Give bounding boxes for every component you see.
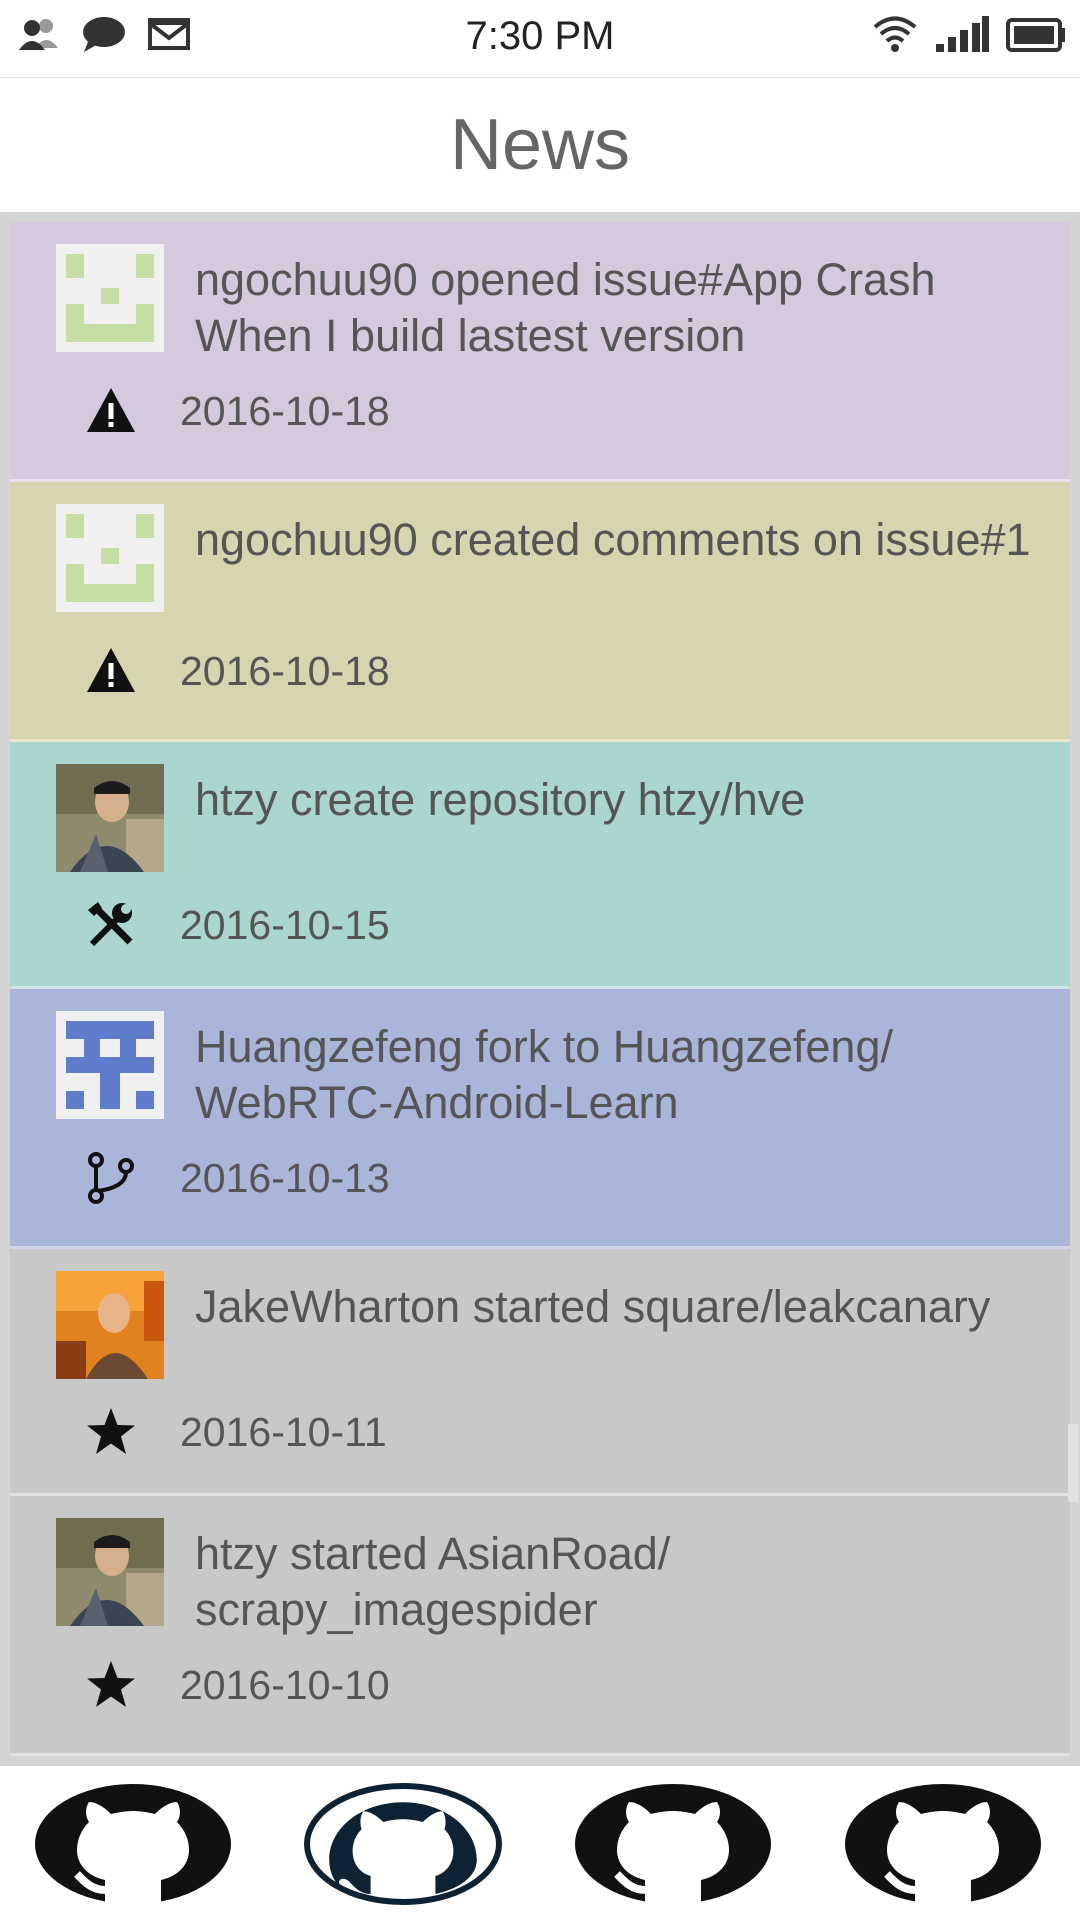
feed-item[interactable]: JakeWharton started square/leakcanary 201…: [10, 1249, 1070, 1496]
github-octocat-icon: [303, 1782, 503, 1906]
event-description: JakeWharton started square/leakcanary: [195, 1281, 991, 1332]
news-feed-list: ngochuu90 opened issue#App Crash When I …: [10, 222, 1070, 1756]
avatar[interactable]: [56, 1011, 164, 1119]
event-date: 2016-10-18: [180, 388, 390, 434]
fork-icon: [84, 1151, 138, 1205]
github-octocat-icon: [33, 1782, 233, 1906]
signal-icon: [934, 14, 990, 59]
github-octocat-icon: [573, 1782, 773, 1906]
event-date: 2016-10-13: [180, 1155, 390, 1201]
status-bar: 7:30 PM: [0, 0, 1080, 78]
warning-icon: [84, 644, 138, 698]
status-right-icons: [872, 14, 1066, 59]
event-description: htzy started AsianRoad/ scrapy_imagespid…: [195, 1528, 671, 1635]
event-date: 2016-10-10: [180, 1662, 390, 1708]
nav-tab-4[interactable]: [843, 1782, 1043, 1906]
event-date: 2016-10-15: [180, 902, 390, 948]
avatar[interactable]: [56, 244, 164, 352]
event-date: 2016-10-18: [180, 648, 390, 694]
event-date: 2016-10-11: [180, 1409, 387, 1455]
github-octocat-icon: [843, 1782, 1043, 1906]
event-description: ngochuu90 created comments on issue#1: [195, 514, 1031, 565]
scrollbar[interactable]: [1068, 1424, 1078, 1502]
event-description: htzy create repository htzy/hve: [195, 774, 806, 825]
event-description: ngochuu90 opened issue#App Crash When I …: [195, 254, 936, 361]
feed-item[interactable]: ngochuu90 created comments on issue#1 201…: [10, 482, 1070, 742]
app-header: News: [0, 78, 1080, 212]
nav-tab-2[interactable]: [303, 1782, 503, 1906]
news-feed[interactable]: ngochuu90 opened issue#App Crash When I …: [0, 212, 1080, 1766]
avatar[interactable]: [56, 1518, 164, 1626]
nav-tab-1[interactable]: [33, 1782, 233, 1906]
avatar[interactable]: [56, 504, 164, 612]
feed-item[interactable]: Huangzefeng fork to Huangzefeng/ WebRTC-…: [10, 989, 1070, 1249]
feed-item[interactable]: htzy started AsianRoad/ scrapy_imagespid…: [10, 1496, 1070, 1756]
avatar[interactable]: [56, 764, 164, 872]
star-icon: [84, 1658, 138, 1712]
tools-icon: [84, 898, 138, 952]
event-description: Huangzefeng fork to Huangzefeng/ WebRTC-…: [195, 1021, 893, 1128]
battery-icon: [1006, 14, 1066, 59]
bottom-navigation: [0, 1766, 1080, 1920]
wifi-icon: [872, 14, 918, 59]
star-icon: [84, 1405, 138, 1459]
warning-icon: [84, 384, 138, 438]
feed-item[interactable]: htzy create repository htzy/hve 2016-10-1…: [10, 742, 1070, 989]
page-title: News: [449, 105, 631, 185]
nav-tab-3[interactable]: [573, 1782, 773, 1906]
feed-item[interactable]: ngochuu90 opened issue#App Crash When I …: [10, 222, 1070, 482]
avatar[interactable]: [56, 1271, 164, 1379]
